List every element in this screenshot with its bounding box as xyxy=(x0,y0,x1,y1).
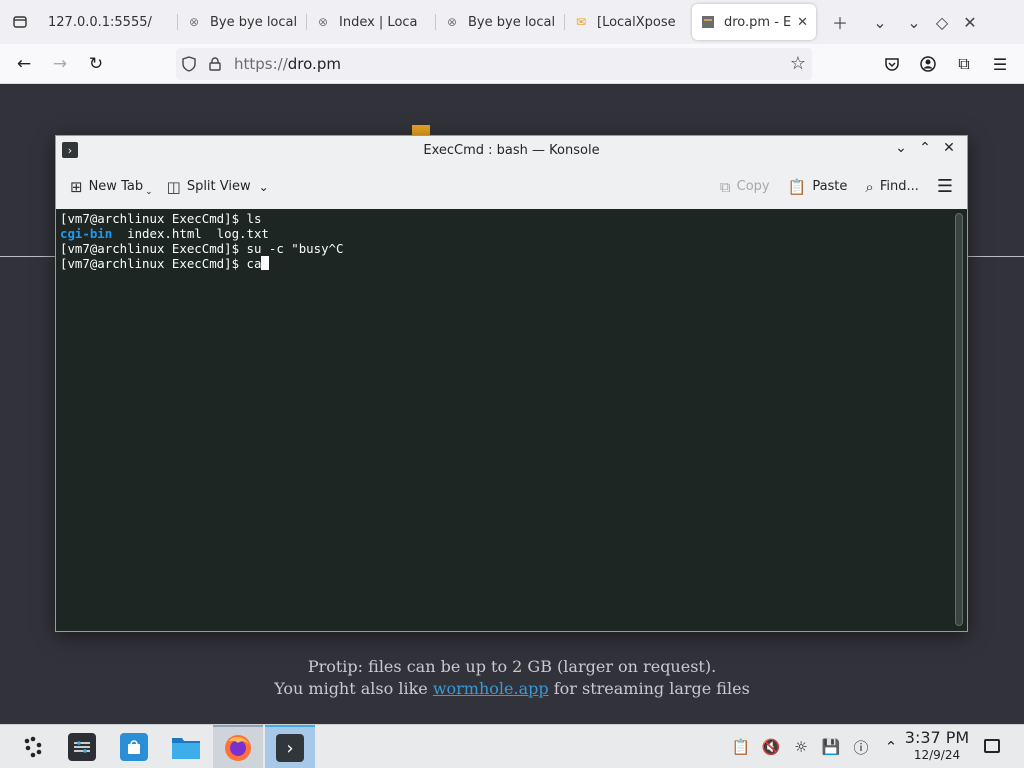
browser-tab[interactable]: ⊗ Bye bye local xyxy=(436,4,565,40)
tab-overview-icon[interactable] xyxy=(0,0,40,44)
new-tab-icon: ⊞ xyxy=(70,177,83,196)
close-tab-icon[interactable]: ✕ xyxy=(797,15,808,30)
window-title: ExecCmd : bash — Konsole xyxy=(423,142,600,158)
reload-icon[interactable]: ↻ xyxy=(78,48,114,80)
volume-muted-icon[interactable]: 🔇 xyxy=(756,738,786,756)
find-button[interactable]: ⌕ Find... xyxy=(865,178,918,196)
terminal-output: [vm7@archlinux ExecCmd]$ ls cgi-bin inde… xyxy=(56,209,967,271)
browser-nav-bar: ← → ↻ https://dro.pm ☆ ⧉ ☰ xyxy=(0,44,1024,84)
url-text: https://dro.pm xyxy=(234,55,341,73)
copy-icon: ⧉ xyxy=(719,177,731,196)
konsole-window: › ExecCmd : bash — Konsole ⌄ ⌃ ✕ ⊞ New T… xyxy=(55,135,968,632)
directory-entry: cgi-bin xyxy=(60,226,113,241)
browser-tab-title: dro.pm - E xyxy=(724,14,792,30)
extensions-icon[interactable]: ⧉ xyxy=(946,48,982,80)
close-window-icon[interactable]: ✕ xyxy=(956,13,984,32)
lock-icon[interactable] xyxy=(202,48,228,80)
close-icon[interactable]: ✕ xyxy=(937,140,961,156)
bookmark-star-icon[interactable]: ☆ xyxy=(790,53,806,74)
updates-icon[interactable]: ⓘ xyxy=(846,737,876,758)
konsole-toolbar: ⊞ New Tab ⌄ ◫ Split View ⌄ ⧉ Copy 📋 Past… xyxy=(56,164,967,209)
mail-icon: ✉ xyxy=(575,15,587,29)
firefox-taskbar-icon[interactable] xyxy=(213,725,263,768)
new-tab-button[interactable]: ⊞ New Tab ⌄ xyxy=(70,177,153,197)
copy-button[interactable]: ⧉ Copy xyxy=(720,178,770,196)
url-bar[interactable]: https://dro.pm ☆ xyxy=(176,48,812,80)
app-menu-icon[interactable]: ☰ xyxy=(982,48,1018,80)
terminal-line: [vm7@archlinux ExecCmd]$ ca xyxy=(60,256,262,271)
brightness-icon[interactable]: ☼ xyxy=(786,738,816,756)
clock[interactable]: 3:37 PM 12/9/24 xyxy=(900,728,974,762)
site-icon xyxy=(700,14,716,30)
browser-tab-title: Bye bye local xyxy=(468,14,556,30)
browser-tab-active[interactable]: dro.pm - E ✕ xyxy=(692,4,816,40)
wormhole-link[interactable]: wormhole.app xyxy=(433,679,549,698)
system-tray: 📋 🔇 ☼ 💾 ⓘ ⌃ xyxy=(726,725,906,768)
tab-list-chevron-icon[interactable]: ⌄ xyxy=(860,13,900,32)
split-view-icon: ◫ xyxy=(166,177,181,196)
search-icon: ⌕ xyxy=(865,177,874,196)
dropdown-icon: ⌄ xyxy=(145,186,153,197)
disk-icon[interactable]: 💾 xyxy=(816,738,846,756)
new-tab-icon[interactable]: ＋ xyxy=(820,10,860,34)
terminal-scrollbar[interactable] xyxy=(955,213,963,626)
terminal-line: [vm7@archlinux ExecCmd]$ su -c "busy^C xyxy=(60,241,344,256)
x-circle-icon: ⊗ xyxy=(188,15,200,29)
protip-line-2: You might also like wormhole.app for str… xyxy=(274,679,750,698)
clock-time: 3:37 PM xyxy=(904,728,970,747)
browser-tab-title: [LocalXpose xyxy=(597,14,676,30)
terminal-line: index.html log.txt xyxy=(112,226,269,241)
shield-icon[interactable] xyxy=(176,48,202,80)
konsole-app-icon[interactable]: › xyxy=(62,142,78,158)
chevron-down-icon: ⌄ xyxy=(258,179,269,194)
browser-tab[interactable]: ⊗ Bye bye local xyxy=(178,4,307,40)
konsole-taskbar-icon[interactable]: › xyxy=(265,725,315,768)
browser-tab[interactable]: ✉ [LocalXpose xyxy=(565,4,688,40)
pocket-icon[interactable] xyxy=(874,48,910,80)
browser-tab-title: 127.0.0.1:5555/ xyxy=(48,14,152,30)
browser-tab[interactable]: ⊗ Index | Loca xyxy=(307,4,436,40)
browser-tab-title: Bye bye local xyxy=(210,14,298,30)
hamburger-menu-icon[interactable]: ☰ xyxy=(937,176,953,197)
maximize-window-icon[interactable]: ◇ xyxy=(928,13,956,32)
x-circle-icon: ⊗ xyxy=(446,15,458,29)
terminal-line: [vm7@archlinux ExecCmd]$ ls xyxy=(60,211,262,226)
minimize-window-icon[interactable]: ⌄ xyxy=(900,13,928,32)
forward-icon[interactable]: → xyxy=(42,48,78,80)
maximize-icon[interactable]: ⌃ xyxy=(913,140,937,156)
discover-store-icon[interactable] xyxy=(109,725,159,768)
system-settings-icon[interactable] xyxy=(57,725,107,768)
terminal-cursor xyxy=(261,256,270,270)
file-manager-icon[interactable] xyxy=(161,725,211,768)
terminal-area[interactable]: [vm7@archlinux ExecCmd]$ ls cgi-bin inde… xyxy=(56,209,967,631)
minimize-icon[interactable]: ⌄ xyxy=(889,140,913,156)
back-icon[interactable]: ← xyxy=(6,48,42,80)
split-view-button[interactable]: ◫ Split View ⌄ xyxy=(167,178,269,196)
browser-tab-strip: 127.0.0.1:5555/ ⊗ Bye bye local ⊗ Index … xyxy=(0,0,1024,44)
paste-button[interactable]: 📋 Paste xyxy=(788,178,848,196)
protip: Protip: files can be up to 2 GB (larger … xyxy=(0,656,1024,700)
browser-tab-title: Index | Loca xyxy=(339,14,418,30)
clock-date: 12/9/24 xyxy=(913,748,961,762)
x-circle-icon: ⊗ xyxy=(317,15,329,29)
account-icon[interactable] xyxy=(910,48,946,80)
paste-icon: 📋 xyxy=(787,177,807,196)
app-launcher-icon[interactable] xyxy=(8,725,58,768)
browser-tab[interactable]: 127.0.0.1:5555/ xyxy=(40,4,178,40)
show-desktop-icon[interactable] xyxy=(984,739,1000,753)
taskbar: › 📋 🔇 ☼ 💾 ⓘ ⌃ 3:37 PM 12/9/24 xyxy=(0,724,1024,768)
protip-line-1: Protip: files can be up to 2 GB (larger … xyxy=(307,657,717,676)
konsole-title-bar[interactable]: › ExecCmd : bash — Konsole ⌄ ⌃ ✕ xyxy=(56,136,967,164)
clipboard-icon[interactable]: 📋 xyxy=(726,738,756,756)
